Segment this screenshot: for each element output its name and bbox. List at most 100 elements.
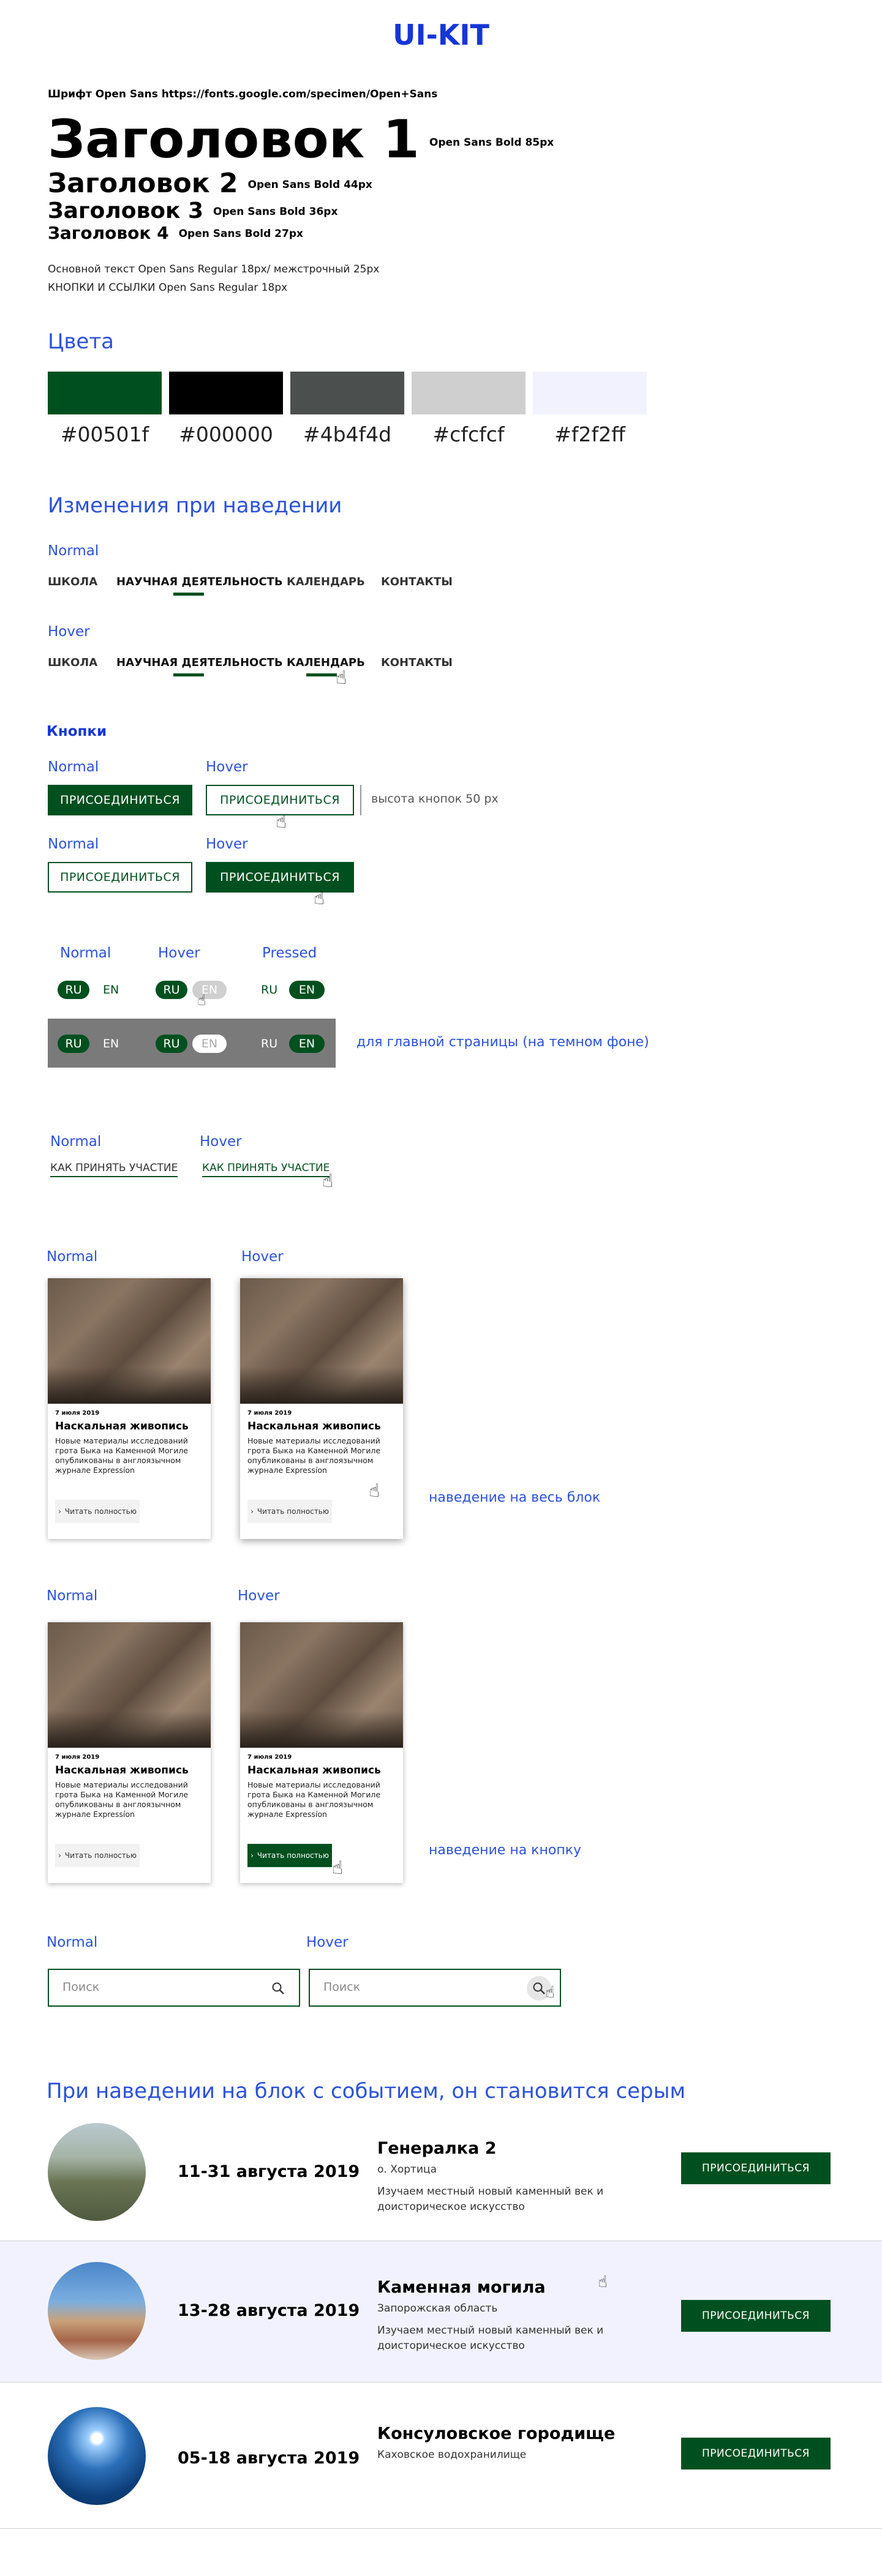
- nav-active-underline: [173, 593, 204, 596]
- buttons-heading: Кнопки: [47, 724, 107, 739]
- search-input[interactable]: Поиск: [48, 1969, 300, 2007]
- event-date: 13-28 августа 2019: [178, 2301, 360, 2320]
- button-height-note: высота кнопок 50 px: [371, 792, 499, 806]
- nav-item-calendar-hover[interactable]: КАЛЕНДАРЬ: [287, 656, 365, 669]
- swatch-label-green: #00501f: [60, 422, 149, 446]
- lang-en-dark[interactable]: EN: [103, 1037, 119, 1050]
- search-input-hover[interactable]: Поиск ☝: [309, 1969, 561, 2007]
- event-join-button[interactable]: ПРИСОЕДИНИТЬСЯ: [681, 2438, 831, 2469]
- nav-item-calendar[interactable]: КАЛЕНДАРЬ: [287, 575, 365, 588]
- event-date: 05-18 августа 2019: [178, 2449, 360, 2468]
- lang-hover-label: Hover: [158, 945, 200, 961]
- chevron-right-icon: ›: [58, 1851, 61, 1860]
- chevron-right-icon: ›: [251, 1851, 254, 1860]
- read-more-button[interactable]: › Читать полностью: [55, 1500, 140, 1523]
- participate-link[interactable]: КАК ПРИНЯТЬ УЧАСТИЕ: [50, 1162, 178, 1177]
- card-text: Новые материалы исследований грота Быка …: [55, 1436, 189, 1475]
- news-card[interactable]: 7 июля 2019 Наскальная живопись Новые ма…: [240, 1622, 403, 1883]
- join-button-filled[interactable]: ПРИСОЕДИНИТЬСЯ: [48, 785, 192, 815]
- event-image: [48, 2262, 146, 2360]
- card-text: Новые материалы исследований грота Быка …: [247, 1780, 381, 1819]
- h1-spec: Open Sans Bold 85px: [429, 137, 554, 149]
- lang-ru-active-dark[interactable]: RU: [156, 1035, 187, 1053]
- event-image: [48, 2407, 146, 2505]
- links-font-note: КНОПКИ И ССЫЛКИ Open Sans Regular 18px: [48, 282, 288, 294]
- event-row[interactable]: 05-18 августа 2019 Консуловское городище…: [0, 2381, 882, 2529]
- h1-text: Заголовок 1: [48, 109, 420, 170]
- nav-item-school[interactable]: ШКОЛА: [48, 575, 97, 588]
- heading-4-sample: Заголовок 4 Open Sans Bold 27px: [48, 225, 303, 242]
- event-name: Каменная могила: [377, 2278, 546, 2297]
- hand-cursor-icon: ☝: [336, 667, 347, 689]
- nav-item-science[interactable]: НАУЧНАЯ ДЕЯТЕЛЬНОСТЬ: [116, 575, 283, 588]
- hand-cursor-icon: ☝: [322, 1170, 334, 1192]
- lang-ru-active[interactable]: RU: [156, 981, 187, 999]
- lang-en-pressed-dark[interactable]: EN: [289, 1035, 325, 1053]
- swatch-black: [169, 372, 283, 414]
- nav-item-contacts[interactable]: КОНТАКТЫ: [381, 656, 453, 669]
- read-more-label: Читать полностью: [64, 1851, 137, 1860]
- colors-heading: Цвета: [48, 329, 114, 354]
- lang-en-hover-dark[interactable]: EN: [192, 1035, 227, 1053]
- nav-item-contacts[interactable]: КОНТАКТЫ: [381, 575, 453, 588]
- rock-art-image: [48, 1622, 211, 1748]
- read-more-label: Читать полностью: [257, 1507, 329, 1516]
- nav-active-underline: [173, 673, 204, 676]
- card-hover-label: Hover: [238, 1588, 280, 1604]
- event-row[interactable]: 11-31 августа 2019 Генералка 2 о. Хортиц…: [0, 2116, 882, 2260]
- read-more-button[interactable]: › Читать полностью: [55, 1844, 140, 1867]
- card-block-hover-note: наведение на весь блок: [429, 1490, 601, 1505]
- card-title: Наскальная живопись: [55, 1420, 189, 1432]
- read-more-label: Читать полностью: [257, 1851, 329, 1860]
- body-text-note: Основной текст Open Sans Regular 18px/ м…: [48, 260, 379, 297]
- read-more-button-hover[interactable]: › Читать полностью: [247, 1844, 332, 1867]
- swatch-label-light-gray: #cfcfcf: [432, 422, 505, 446]
- h3-text: Заголовок 3: [48, 198, 204, 223]
- hand-cursor-icon: ☝: [598, 2273, 608, 2291]
- join-button-filled-hover[interactable]: ПРИСОЕДИНИТЬСЯ: [206, 862, 354, 893]
- event-row-hover[interactable]: 13-28 августа 2019 Каменная могила Запор…: [0, 2241, 882, 2383]
- event-description: Изучаем местный новый каменный век и дои…: [377, 2185, 604, 2213]
- button-normal-label: Normal: [48, 759, 99, 775]
- news-card[interactable]: 7 июля 2019 Наскальная живопись Новые ма…: [48, 1622, 211, 1883]
- link-normal-label: Normal: [50, 1134, 102, 1150]
- lang-ru-active[interactable]: RU: [58, 981, 89, 999]
- nav-hover-underline: [306, 673, 337, 676]
- event-place: Каховское водохранилище: [377, 2449, 527, 2461]
- swatch-dark-gray: [290, 372, 404, 414]
- font-note: Шрифт Open Sans https://fonts.google.com…: [48, 88, 438, 100]
- news-card-hover[interactable]: 7 июля 2019 Наскальная живопись Новые ма…: [240, 1278, 403, 1539]
- event-join-button[interactable]: ПРИСОЕДИНИТЬСЯ: [681, 2152, 831, 2184]
- search-normal-label: Normal: [47, 1934, 98, 1950]
- chevron-right-icon: ›: [251, 1507, 254, 1516]
- read-more-button[interactable]: › Читать полностью: [247, 1500, 332, 1523]
- lang-ru-active-dark[interactable]: RU: [58, 1035, 89, 1053]
- card-date: 7 июля 2019: [247, 1754, 292, 1761]
- lang-ru[interactable]: RU: [261, 983, 277, 997]
- nav-normal-label: Normal: [48, 543, 99, 559]
- card-normal-label: Normal: [47, 1249, 98, 1265]
- news-card[interactable]: 7 июля 2019 Наскальная живопись Новые ма…: [48, 1278, 211, 1539]
- nav-hover-label: Hover: [48, 624, 90, 640]
- swatch-label-lavender: #f2f2ff: [554, 422, 625, 446]
- nav-item-school[interactable]: ШКОЛА: [48, 656, 97, 669]
- search-icon[interactable]: [266, 1976, 290, 2001]
- event-name: Генералка 2: [377, 2139, 497, 2158]
- dark-background-note: для главной страницы (на темном фоне): [356, 1035, 649, 1050]
- event-join-button[interactable]: ПРИСОЕДИНИТЬСЯ: [681, 2300, 831, 2332]
- lang-en-pressed[interactable]: EN: [289, 981, 325, 999]
- rock-art-image: [48, 1278, 211, 1404]
- nav-item-science[interactable]: НАУЧНАЯ ДЕЯТЕЛЬНОСТЬ: [116, 656, 283, 669]
- events-heading: При наведении на блок с событием, он ста…: [47, 2079, 686, 2103]
- heading-2-sample: Заголовок 2 Open Sans Bold 44px: [48, 170, 372, 197]
- link-hover-label: Hover: [200, 1134, 242, 1150]
- search-placeholder: Поиск: [323, 1980, 361, 1994]
- h4-spec: Open Sans Bold 27px: [178, 227, 303, 240]
- lang-ru-dark[interactable]: RU: [261, 1037, 277, 1050]
- participate-link-hover[interactable]: КАК ПРИНЯТЬ УЧАСТИЕ: [202, 1162, 330, 1177]
- card-text: Новые материалы исследований грота Быка …: [247, 1436, 381, 1475]
- event-image: [48, 2123, 146, 2221]
- swatch-label-black: #000000: [179, 422, 273, 446]
- join-button-outline[interactable]: ПРИСОЕДИНИТЬСЯ: [48, 862, 192, 893]
- lang-en[interactable]: EN: [103, 983, 119, 997]
